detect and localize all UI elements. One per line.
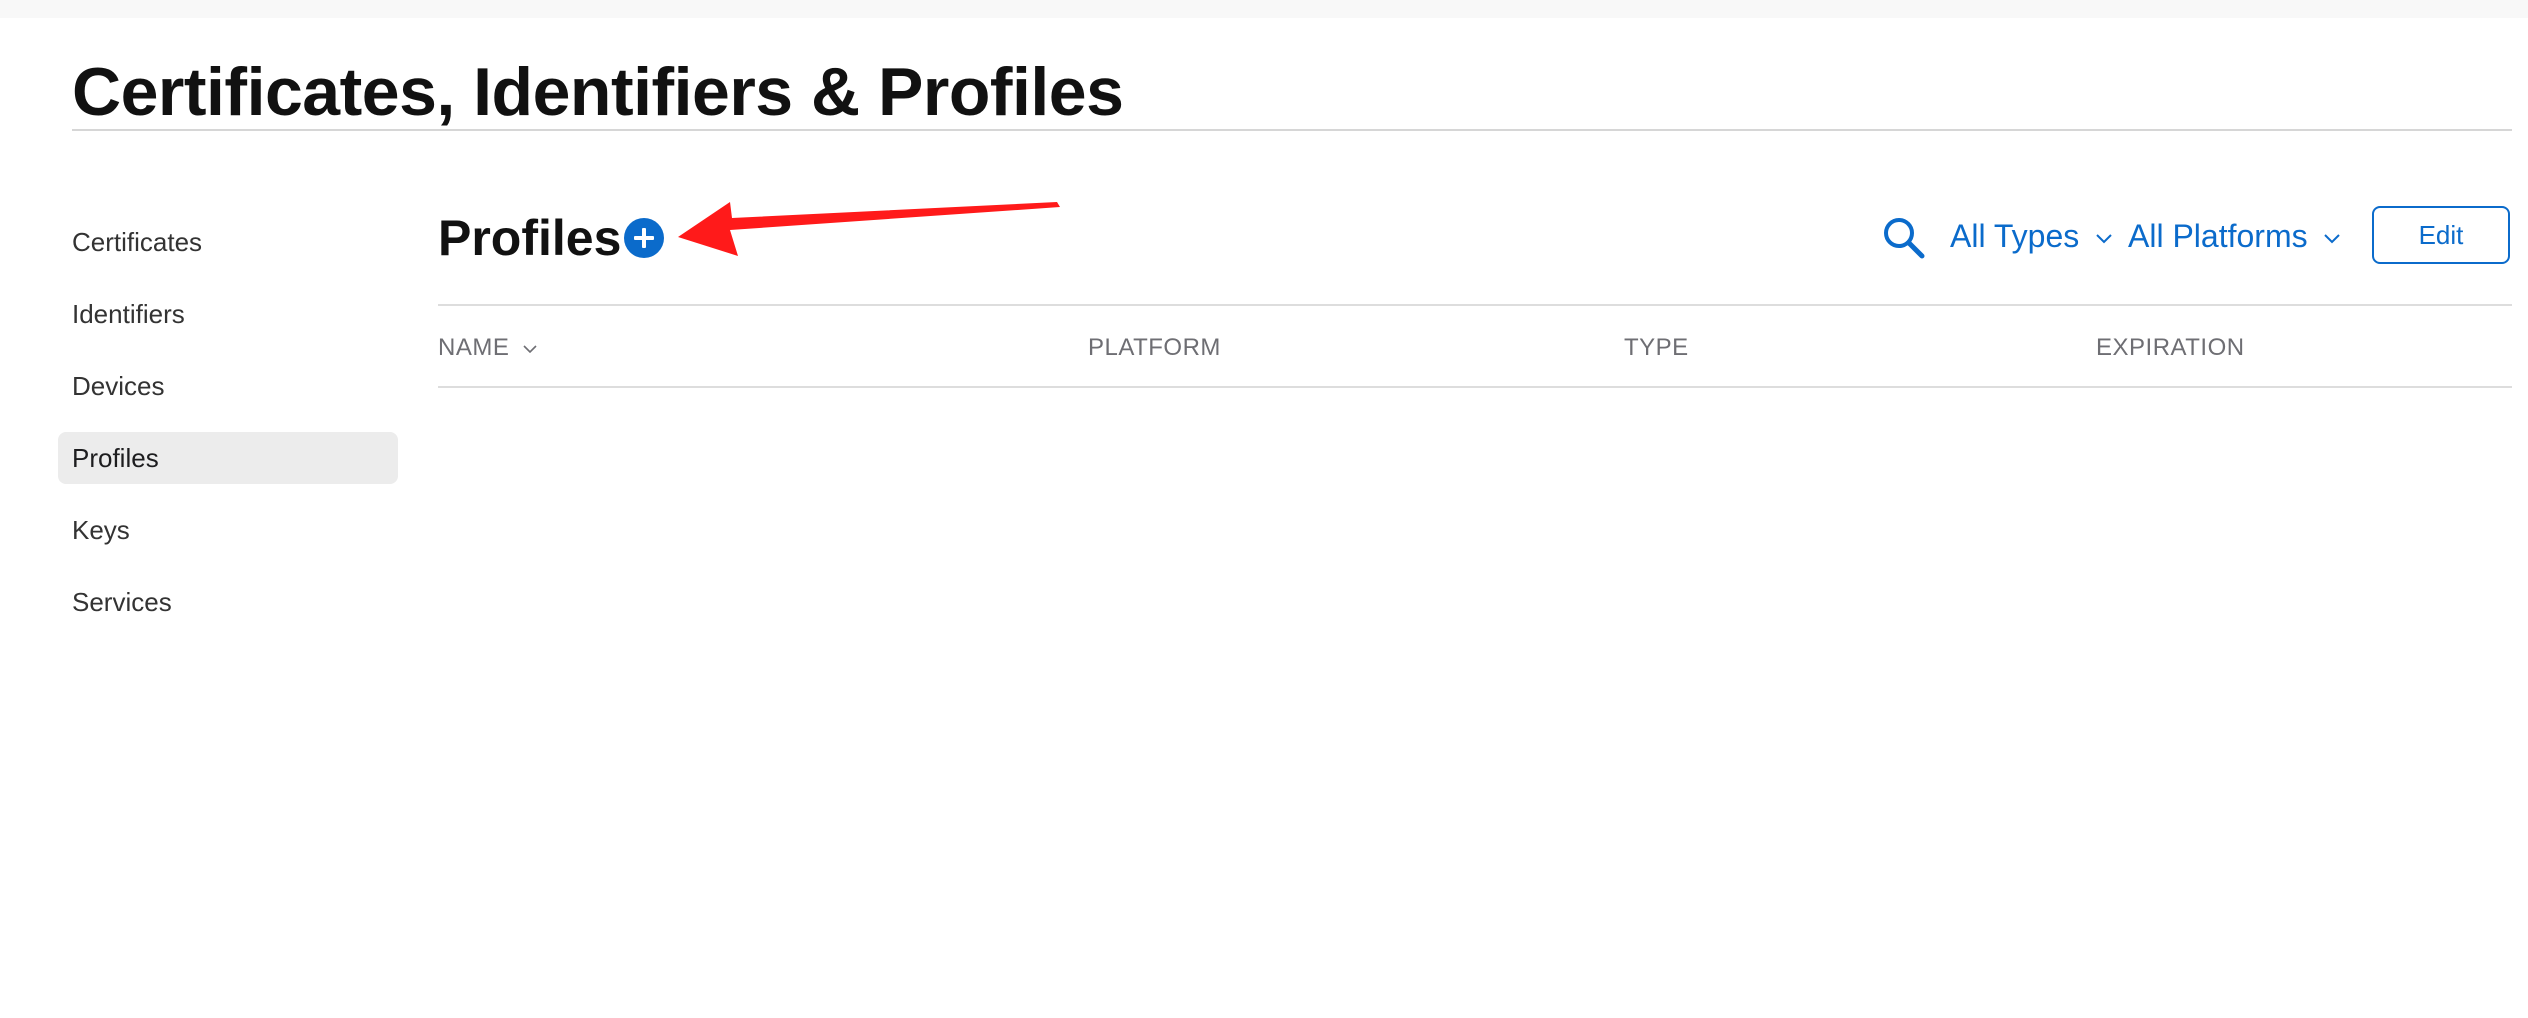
table-header-divider [438,386,2512,388]
red-arrow-annotation [678,202,1060,256]
column-header-platform[interactable]: PLATFORM [1088,332,1221,364]
chevron-down-icon [2324,233,2341,243]
chevron-down-icon [2096,233,2112,243]
edit-button[interactable]: Edit [2372,206,2510,264]
page-title: Certificates, Identifiers & Profiles [72,54,1124,130]
column-header-type[interactable]: TYPE [1624,332,1689,364]
sidebar-item-label: Devices [72,371,165,401]
column-header-label: EXPIRATION [2096,334,2245,361]
column-header-label: NAME [438,334,510,361]
sidebar-item-label: Certificates [72,227,203,257]
sidebar-item-devices[interactable]: Devices [58,360,398,412]
search-icon[interactable] [1882,216,1926,260]
sidebar-item-label: Profiles [72,443,159,473]
sidebar-item-services[interactable]: Services [58,576,398,628]
column-header-name[interactable]: NAME [438,332,537,364]
sidebar-item-label: Services [72,587,172,617]
type-filter-dropdown[interactable]: All Types [1950,212,2112,260]
sidebar-item-keys[interactable]: Keys [58,504,398,556]
sort-chevron-down-icon [522,345,537,353]
column-header-expiration[interactable]: EXPIRATION [2096,332,2245,364]
column-header-label: TYPE [1624,334,1689,361]
sidebar-item-label: Keys [72,515,130,545]
section-title: Profiles [438,210,622,266]
platform-filter-label: All Platforms [2128,218,2308,254]
top-strip [0,0,2528,18]
sidebar-item-label: Identifiers [72,299,185,329]
sidebar: Certificates Identifiers Devices Profile… [58,216,398,648]
sidebar-item-identifiers[interactable]: Identifiers [58,288,398,340]
plus-circle-icon [634,228,654,248]
type-filter-label: All Types [1950,218,2080,254]
table-top-divider [438,304,2512,306]
sidebar-item-profiles[interactable]: Profiles [58,432,398,484]
platform-filter-dropdown[interactable]: All Platforms [2128,212,2341,260]
column-header-label: PLATFORM [1088,334,1221,361]
sidebar-item-certificates[interactable]: Certificates [58,216,398,268]
title-divider [72,129,2512,131]
add-profile-button[interactable] [624,218,664,258]
